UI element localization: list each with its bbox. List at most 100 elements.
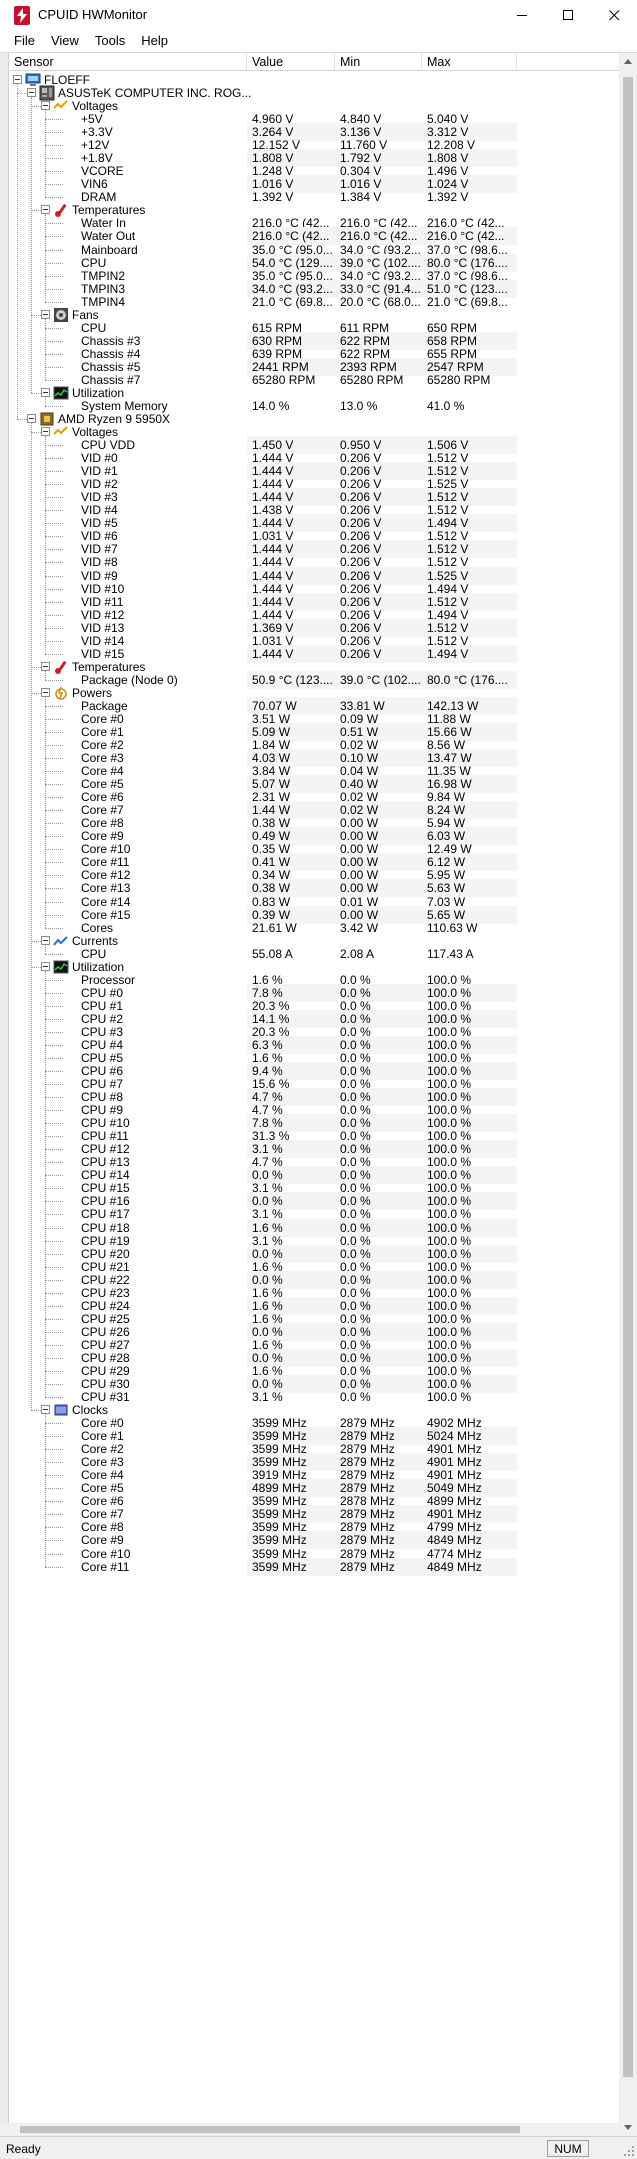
collapse-toggle-icon[interactable] xyxy=(41,687,50,697)
sensor-row[interactable]: Core #11 3599 MHz 2879 MHz 4849 MHz xyxy=(9,1557,619,1576)
status-text: Ready xyxy=(6,2142,41,2156)
close-button[interactable] xyxy=(591,0,637,30)
tree-connector xyxy=(45,888,63,890)
tree-connector xyxy=(45,236,63,238)
tree-connector xyxy=(45,836,63,838)
collapse-toggle-icon[interactable] xyxy=(27,414,36,424)
tree-line xyxy=(45,696,46,928)
collapse-toggle-icon[interactable] xyxy=(27,88,36,98)
collapse-toggle-icon[interactable] xyxy=(41,205,50,215)
maximize-button[interactable] xyxy=(545,0,591,30)
tree-line xyxy=(45,436,46,654)
collapse-toggle-icon[interactable] xyxy=(41,935,50,945)
tree-connector xyxy=(31,314,41,316)
resize-grip-icon[interactable] xyxy=(623,2145,635,2157)
tree-connector xyxy=(45,979,63,981)
tree-connector xyxy=(45,275,63,277)
tree-connector xyxy=(45,406,63,407)
tree-connector xyxy=(45,249,63,251)
tree-line xyxy=(45,1414,46,1567)
menu-tools[interactable]: Tools xyxy=(87,30,133,52)
column-sensor[interactable]: Sensor xyxy=(9,53,247,71)
tree-connector xyxy=(45,901,63,903)
tree-line xyxy=(45,396,46,406)
tree-connector xyxy=(45,1188,63,1190)
collapse-toggle-icon[interactable] xyxy=(41,427,50,437)
tree-connector xyxy=(45,588,63,590)
column-max[interactable]: Max xyxy=(422,53,517,71)
menu-view[interactable]: View xyxy=(43,30,87,52)
collapse-toggle-icon[interactable] xyxy=(41,101,50,111)
tree-connector xyxy=(31,392,41,394)
tree-connector xyxy=(45,1240,63,1242)
hwmonitor-app-icon xyxy=(14,6,30,25)
tree-connector xyxy=(45,1175,63,1177)
collapse-toggle-icon[interactable] xyxy=(41,661,50,671)
tree-connector xyxy=(45,1331,63,1333)
tree-connector xyxy=(45,1540,63,1542)
sensor-label: Core #11 xyxy=(81,1559,130,1574)
tree-connector xyxy=(45,1462,63,1464)
vertical-scroll-thumb[interactable] xyxy=(623,77,633,2077)
tree-connector xyxy=(45,1214,63,1216)
tree-line xyxy=(31,423,32,1411)
tree-connector xyxy=(45,353,63,355)
menu-bar: File View Tools Help xyxy=(0,30,637,52)
sensor-min: 2879 MHz xyxy=(340,1559,395,1574)
column-min[interactable]: Min xyxy=(335,53,422,71)
tree-connector xyxy=(45,745,63,747)
tree-line xyxy=(45,670,46,680)
status-bar: Ready NUM xyxy=(0,2136,637,2159)
tree-connector xyxy=(31,940,41,942)
tree-line xyxy=(17,84,18,420)
collapse-toggle-icon[interactable] xyxy=(41,1405,50,1415)
tree-connector xyxy=(45,1357,63,1359)
tree-connector xyxy=(45,797,63,799)
tree-connector xyxy=(45,445,63,447)
tree-connector xyxy=(45,1084,63,1086)
horizontal-scrollbar[interactable] xyxy=(0,2123,619,2136)
tree-connector xyxy=(45,1553,63,1555)
tree-connector xyxy=(45,301,63,303)
maximize-icon xyxy=(562,9,573,20)
tree-connector xyxy=(45,758,63,760)
sensor-values: 3599 MHz 2879 MHz 4849 MHz xyxy=(247,1557,517,1576)
tree-line xyxy=(45,110,46,198)
minimize-button[interactable] xyxy=(499,0,545,30)
tree-line xyxy=(45,970,46,1398)
scroll-down-icon[interactable] xyxy=(619,2119,637,2136)
tree-connector xyxy=(45,1318,63,1320)
collapse-toggle-icon[interactable] xyxy=(13,75,22,84)
tree-connector xyxy=(45,1514,63,1516)
collapse-toggle-icon[interactable] xyxy=(41,387,50,397)
collapse-toggle-icon[interactable] xyxy=(41,309,50,319)
horizontal-scroll-thumb[interactable] xyxy=(20,2126,520,2133)
vertical-scrollbar[interactable] xyxy=(619,53,637,2136)
tree-connector xyxy=(45,823,63,825)
tree-connector xyxy=(31,1410,41,1412)
tree-connector xyxy=(45,1149,63,1151)
tree-connector xyxy=(45,1566,63,1568)
sensor-value: 3599 MHz xyxy=(252,1559,307,1574)
column-value[interactable]: Value xyxy=(247,53,335,71)
scroll-up-icon[interactable] xyxy=(619,53,637,70)
menu-file[interactable]: File xyxy=(6,30,43,52)
tree-connector xyxy=(45,1488,63,1490)
tree-connector xyxy=(45,862,63,864)
tree-connector xyxy=(45,562,63,564)
tree-connector xyxy=(45,914,63,916)
tree-connector xyxy=(45,1475,63,1477)
minimize-icon xyxy=(516,14,527,16)
tree-connector xyxy=(45,262,63,264)
sensor-tree[interactable]: FLOEFF ASUSTeK COMPUTER INC. ROG... Voltag… xyxy=(9,71,619,2136)
tree-connector xyxy=(45,1031,63,1033)
tree-connector xyxy=(45,1097,63,1099)
tree-connector xyxy=(45,1123,63,1125)
tree-connector xyxy=(45,784,63,786)
menu-help[interactable]: Help xyxy=(133,30,176,52)
tree-connector xyxy=(45,145,63,147)
collapse-toggle-icon[interactable] xyxy=(41,961,50,971)
tree-connector xyxy=(31,432,41,434)
tree-connector xyxy=(45,732,63,733)
tree-line xyxy=(45,318,46,380)
